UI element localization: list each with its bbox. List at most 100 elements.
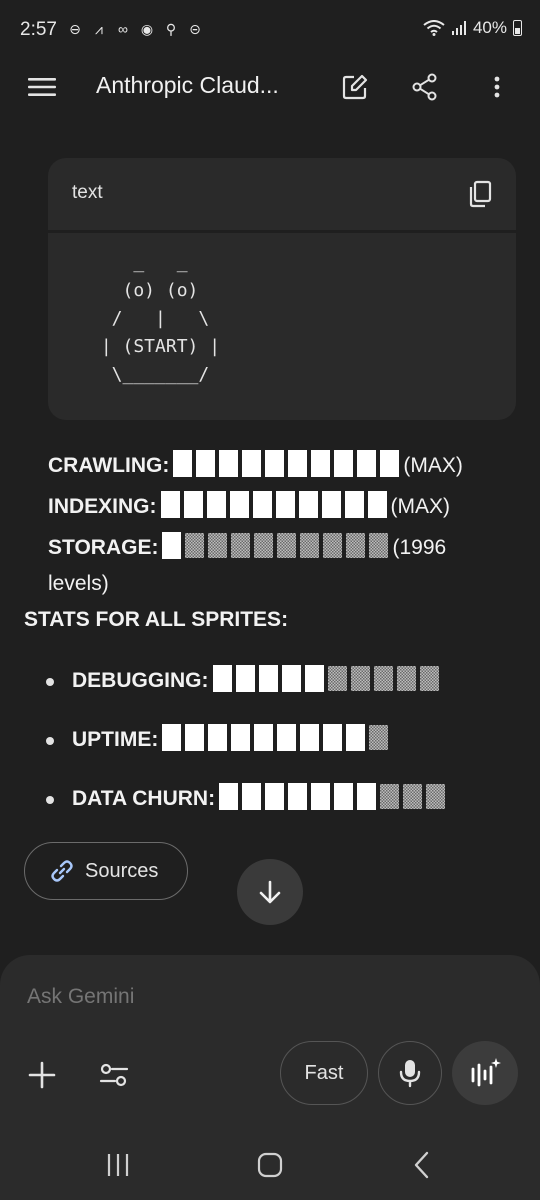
filled-block (311, 450, 331, 477)
stat-label: STORAGE: (48, 536, 159, 559)
list-item: UPTIME: (72, 724, 392, 755)
signal-wave-icon: ⩘ (95, 21, 103, 37)
status-right: 40% (423, 18, 522, 38)
app-bar: Anthropic Claud... (0, 58, 540, 116)
filled-block (208, 724, 228, 751)
filled-block (160, 491, 180, 518)
bullet-dot (46, 737, 54, 745)
scroll-down-button[interactable] (237, 859, 303, 925)
shaded-block (350, 666, 370, 691)
filled-block (231, 724, 251, 751)
filled-block (235, 665, 255, 692)
list-item: DEBUGGING: (72, 665, 443, 696)
shaded-block (323, 533, 343, 558)
filled-block (212, 665, 232, 692)
more-vert-icon[interactable] (484, 70, 510, 104)
shaded-block (373, 666, 393, 691)
filled-block (288, 450, 308, 477)
filled-block (298, 491, 318, 518)
filled-block (357, 450, 377, 477)
live-sparkle-icon (471, 1058, 501, 1087)
stat-line: CRAWLING: (MAX) (48, 450, 463, 480)
arrow-down-icon (259, 880, 281, 904)
filled-block (173, 450, 193, 477)
link-icon (51, 860, 73, 882)
do-not-disturb-icon: ⊝ (189, 21, 201, 37)
menu-icon[interactable] (24, 70, 60, 104)
sprite-stat-label: DATA CHURN: (72, 787, 216, 810)
filled-block (288, 783, 308, 810)
filled-block (265, 450, 285, 477)
pin-icon: ⚲ (165, 21, 177, 37)
stat-label: INDEXING: (48, 495, 157, 518)
filled-block (219, 450, 239, 477)
progress-blocks (219, 783, 446, 810)
status-icons: ⊖ ⩘ ∞ ◉ ⚲ ⊝ (66, 20, 204, 38)
filled-block (219, 783, 239, 810)
shaded-block (300, 533, 320, 558)
tools-icon[interactable] (98, 1059, 130, 1091)
progress-blocks (162, 532, 389, 559)
shaded-block (185, 533, 205, 558)
shaded-block (208, 533, 228, 558)
copy-icon[interactable] (464, 178, 496, 210)
ask-gemini-input[interactable] (27, 985, 487, 1009)
live-button[interactable] (452, 1041, 518, 1105)
filled-block (242, 450, 262, 477)
code-block-body: _ _ (o) (o) / | \ | (START) | \_______/ (48, 233, 516, 420)
filled-block (275, 491, 295, 518)
filled-block (367, 491, 387, 518)
filled-block (334, 783, 354, 810)
filled-block (183, 491, 203, 518)
ascii-art: _ _ (o) (o) / | \ | (START) | \_______/ (100, 252, 221, 385)
stat-suffix: (MAX) (403, 454, 463, 477)
recent-apps-icon[interactable] (100, 1148, 136, 1182)
progress-blocks (160, 491, 387, 518)
sprite-stat-label: UPTIME: (72, 728, 159, 751)
sources-button[interactable]: Sources (24, 842, 188, 900)
shaded-block (346, 533, 366, 558)
progress-blocks (212, 665, 439, 692)
status-time: 2:57 (20, 19, 57, 40)
stat-suffix: (1996 (392, 536, 447, 559)
filled-block (344, 491, 364, 518)
filled-block (304, 665, 324, 692)
filled-block (281, 665, 301, 692)
shaded-block (369, 533, 389, 558)
filled-block (185, 724, 205, 751)
filled-block (229, 491, 249, 518)
progress-blocks (162, 724, 389, 751)
filled-block (162, 532, 182, 559)
shaded-block (396, 666, 416, 691)
filled-block (277, 724, 297, 751)
status-bar: 2:57 ⊖ ⩘ ∞ ◉ ⚲ ⊝ 40% (0, 0, 540, 60)
filled-block (206, 491, 226, 518)
model-mode-button[interactable]: Fast (280, 1041, 368, 1105)
shaded-block (403, 784, 423, 809)
shaded-block (254, 533, 274, 558)
progress-blocks (173, 450, 400, 477)
filled-block (265, 783, 285, 810)
shaded-block (277, 533, 297, 558)
edit-icon[interactable] (338, 70, 372, 104)
filled-block (196, 450, 216, 477)
home-icon[interactable] (252, 1148, 288, 1182)
microphone-button[interactable] (378, 1041, 442, 1105)
storage-levels-text: levels) (48, 572, 109, 595)
system-nav-bar (0, 1130, 540, 1200)
filled-block (162, 724, 182, 751)
bullet-dot (46, 678, 54, 686)
minus-circle-icon: ⊖ (69, 21, 81, 37)
filled-block (258, 665, 278, 692)
shaded-block (380, 784, 400, 809)
battery-percent: 40% (472, 18, 507, 37)
add-icon[interactable] (26, 1059, 58, 1091)
code-language-label: text (72, 182, 103, 203)
filled-block (357, 783, 377, 810)
share-icon[interactable] (408, 70, 442, 104)
stat-label: CRAWLING: (48, 454, 170, 477)
page-title: Anthropic Claud... (96, 72, 279, 98)
section-heading: STATS FOR ALL SPRITES: (24, 608, 289, 631)
filled-block (321, 491, 341, 518)
back-icon[interactable] (404, 1148, 440, 1182)
